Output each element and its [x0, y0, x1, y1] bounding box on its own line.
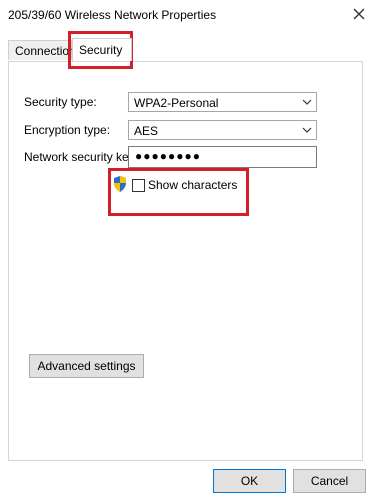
window-title: 205/39/60 Wireless Network Properties [8, 8, 217, 22]
wireless-properties-window: 205/39/60 Wireless Network Properties Co… [0, 0, 375, 498]
ok-button[interactable]: OK [213, 469, 286, 493]
security-type-select[interactable]: WPA2-Personal [128, 92, 317, 112]
network-key-masked-value: ●●●●●●●● [135, 149, 201, 163]
title-bar: 205/39/60 Wireless Network Properties [0, 0, 375, 32]
network-key-label: Network security key [24, 150, 135, 164]
tab-connection[interactable]: Connection [8, 40, 76, 60]
chevron-down-icon [302, 99, 312, 105]
security-type-label: Security type: [24, 95, 97, 109]
encryption-type-value: AES [134, 124, 159, 138]
tab-security[interactable]: Security [72, 38, 132, 61]
close-icon[interactable] [351, 6, 367, 22]
advanced-settings-button[interactable]: Advanced settings [29, 354, 144, 378]
encryption-type-label: Encryption type: [24, 123, 111, 137]
chevron-down-icon [302, 127, 312, 133]
tab-strip: Connection Security [8, 38, 363, 62]
network-key-field[interactable]: ●●●●●●●● [128, 146, 317, 168]
cancel-button[interactable]: Cancel [293, 469, 366, 493]
security-type-value: WPA2-Personal [134, 96, 219, 110]
highlight-box-show-characters [108, 168, 249, 216]
encryption-type-select[interactable]: AES [128, 120, 317, 140]
